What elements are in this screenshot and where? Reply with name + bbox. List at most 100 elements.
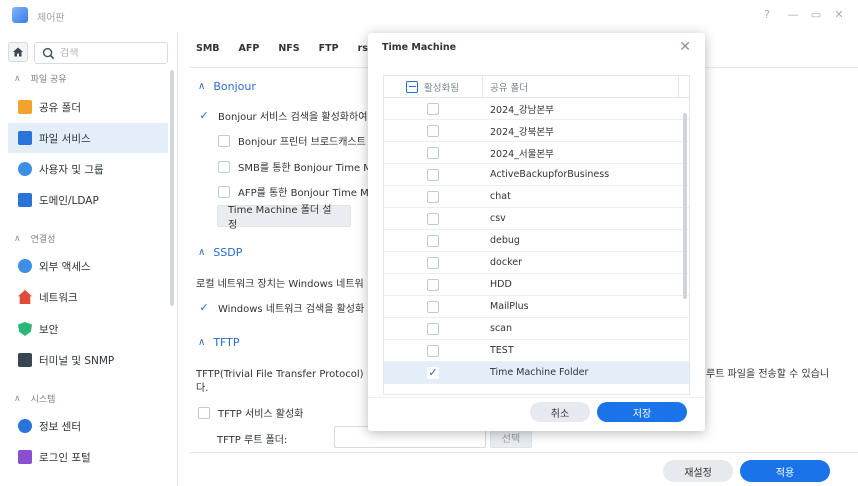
group-bonjour[interactable]: ∧ Bonjour — [198, 80, 256, 93]
sidebar-item-domain-ldap[interactable]: 도메인/LDAP — [8, 185, 168, 215]
table-row[interactable]: docker — [384, 252, 689, 274]
bonjour-smb-option[interactable]: SMB를 통한 Bonjour Time M — [218, 159, 372, 174]
table-row[interactable]: scan — [384, 318, 689, 340]
tab-afp[interactable]: AFP — [239, 43, 260, 54]
row-checkbox-cell — [384, 168, 483, 181]
shared-folder-name: scan — [490, 323, 513, 334]
tab-nfs[interactable]: NFS — [278, 43, 299, 54]
shared-folder-name: 2024_강북본부 — [490, 126, 554, 138]
sidebar-item-label: 네트워크 — [39, 291, 78, 304]
checkbox[interactable] — [427, 234, 439, 247]
bonjour-printer-option[interactable]: Bonjour 프린터 브로드캐스트 — [218, 133, 366, 148]
checkbox[interactable] — [427, 278, 439, 291]
checkbox[interactable] — [427, 322, 439, 335]
search-input[interactable] — [60, 47, 160, 59]
sidebar-item-login-portal[interactable]: 로그인 포털 — [8, 442, 168, 472]
section-file-sharing[interactable]: ∧ 파일 공유 — [14, 72, 67, 86]
tftp-root-label: TFTP 루트 폴더: — [217, 435, 288, 446]
row-checkbox-cell — [384, 256, 483, 269]
table-row[interactable]: debug — [384, 230, 689, 252]
dialog-title: Time Machine — [382, 42, 457, 53]
tftp-description-end: 다. — [196, 383, 209, 394]
sidebar-item-external-access[interactable]: 외부 액세스 — [8, 251, 168, 281]
sidebar-item-label: 공유 폴더 — [39, 101, 81, 114]
table-row[interactable]: MailPlus — [384, 296, 689, 318]
time-machine-folder-button[interactable]: Time Machine 폴더 설정 — [217, 205, 351, 231]
checkbox-checked[interactable]: ✓ — [427, 366, 439, 379]
checkbox[interactable] — [427, 212, 439, 225]
checkbox[interactable] — [427, 256, 439, 269]
tftp-description-cont: 루트 파일을 전송할 수 있습니 — [706, 369, 830, 380]
cancel-button[interactable]: 취소 — [530, 402, 590, 422]
sidebar-search[interactable] — [34, 42, 168, 64]
checkbox[interactable] — [427, 146, 439, 159]
sidebar-item-file-services[interactable]: 파일 서비스 — [8, 123, 168, 153]
tftp-enable-option[interactable]: TFTP 서비스 활성화 — [198, 405, 303, 420]
chevron-up-icon: ∧ — [14, 73, 21, 84]
sidebar-item-users-groups[interactable]: 사용자 및 그룹 — [8, 154, 168, 184]
checkbox[interactable] — [218, 160, 230, 173]
close-window-icon[interactable]: ✕ — [832, 8, 846, 21]
sidebar-item-shared-folder[interactable]: 공유 폴더 — [8, 92, 168, 122]
checkbox-checked[interactable]: ✓ — [198, 109, 210, 122]
checkbox[interactable] — [427, 190, 439, 203]
close-icon[interactable]: ✕ — [679, 39, 691, 55]
security-shield-icon — [18, 322, 32, 336]
sidebar-scrollbar[interactable] — [170, 70, 174, 306]
table-row[interactable]: ActiveBackupforBusiness — [384, 164, 689, 186]
checkbox[interactable] — [427, 168, 439, 181]
help-icon[interactable]: ? — [760, 8, 774, 21]
table-row[interactable]: HDD — [384, 274, 689, 296]
bonjour-afp-option[interactable]: AFP를 통한 Bonjour Time M — [218, 184, 369, 199]
external-access-icon — [18, 259, 32, 273]
group-tftp[interactable]: ∧ TFTP — [198, 336, 240, 349]
row-checkbox-cell — [384, 234, 483, 247]
select-all-checkbox[interactable] — [406, 80, 418, 93]
checkbox[interactable] — [198, 406, 210, 419]
ssdp-enable-option[interactable]: ✓ Windows 네트워크 검색을 활성화 — [198, 300, 364, 315]
dialog-scrollbar[interactable] — [683, 113, 687, 299]
reset-button[interactable]: 재설정 — [663, 460, 733, 482]
table-row[interactable]: 2024_강남본부 — [384, 98, 689, 120]
section-connectivity[interactable]: ∧ 연결성 — [14, 232, 55, 246]
sidebar-item-security[interactable]: 보안 — [8, 314, 168, 344]
checkbox[interactable] — [427, 344, 439, 357]
table-row[interactable]: chat — [384, 186, 689, 208]
row-checkbox-cell — [384, 322, 483, 335]
checkbox[interactable] — [427, 300, 439, 313]
shared-folder-name: MailPlus — [490, 301, 529, 312]
home-button[interactable] — [8, 42, 28, 62]
section-system[interactable]: ∧ 시스템 — [14, 392, 55, 406]
checkbox-checked[interactable]: ✓ — [198, 301, 210, 314]
table-row[interactable]: TEST — [384, 340, 689, 362]
checkbox[interactable] — [218, 185, 230, 198]
tab-ftp[interactable]: FTP — [319, 43, 339, 54]
checkbox[interactable] — [427, 124, 439, 137]
table-row[interactable]: 2024_서울본부 — [384, 142, 689, 164]
table-row[interactable]: ✓ Time Machine Folder — [384, 362, 689, 384]
tab-smb[interactable]: SMB — [196, 43, 220, 54]
checkbox[interactable] — [427, 102, 439, 115]
info-center-icon — [18, 419, 32, 433]
bonjour-enable-option[interactable]: ✓ Bonjour 서비스 검색을 활성화하여 — [198, 108, 367, 123]
sidebar-item-terminal-snmp[interactable]: 터미널 및 SNMP — [8, 345, 168, 375]
table-row[interactable]: 2024_강북본부 — [384, 120, 689, 142]
save-button[interactable]: 저장 — [597, 402, 687, 422]
shared-folder-name: docker — [490, 257, 522, 268]
maximize-icon[interactable]: ▭ — [809, 8, 823, 21]
chevron-up-icon: ∧ — [198, 81, 206, 92]
sidebar: ∧파일 공유 공유 폴더 파일 서비스 사용자 및 그룹 도메인/LDAP ∧연… — [0, 32, 178, 486]
minimize-icon[interactable]: — — [786, 8, 800, 21]
sidebar-item-info-center[interactable]: 정보 센터 — [8, 411, 168, 441]
sidebar-item-network[interactable]: 네트워크 — [8, 282, 168, 312]
sidebar-item-label: 파일 서비스 — [39, 132, 91, 145]
table-row[interactable]: csv — [384, 208, 689, 230]
group-ssdp[interactable]: ∧ SSDP — [198, 246, 242, 259]
time-machine-dialog: Time Machine ✕ 활성화됨 공유 폴더 2024_강남본부 2024_… — [368, 33, 705, 431]
checkbox[interactable] — [218, 134, 230, 147]
file-services-icon — [18, 131, 32, 145]
shared-folder-name: ActiveBackupforBusiness — [490, 169, 610, 180]
home-icon — [13, 47, 23, 57]
apply-button[interactable]: 적용 — [740, 460, 830, 482]
row-checkbox-cell — [384, 190, 483, 203]
